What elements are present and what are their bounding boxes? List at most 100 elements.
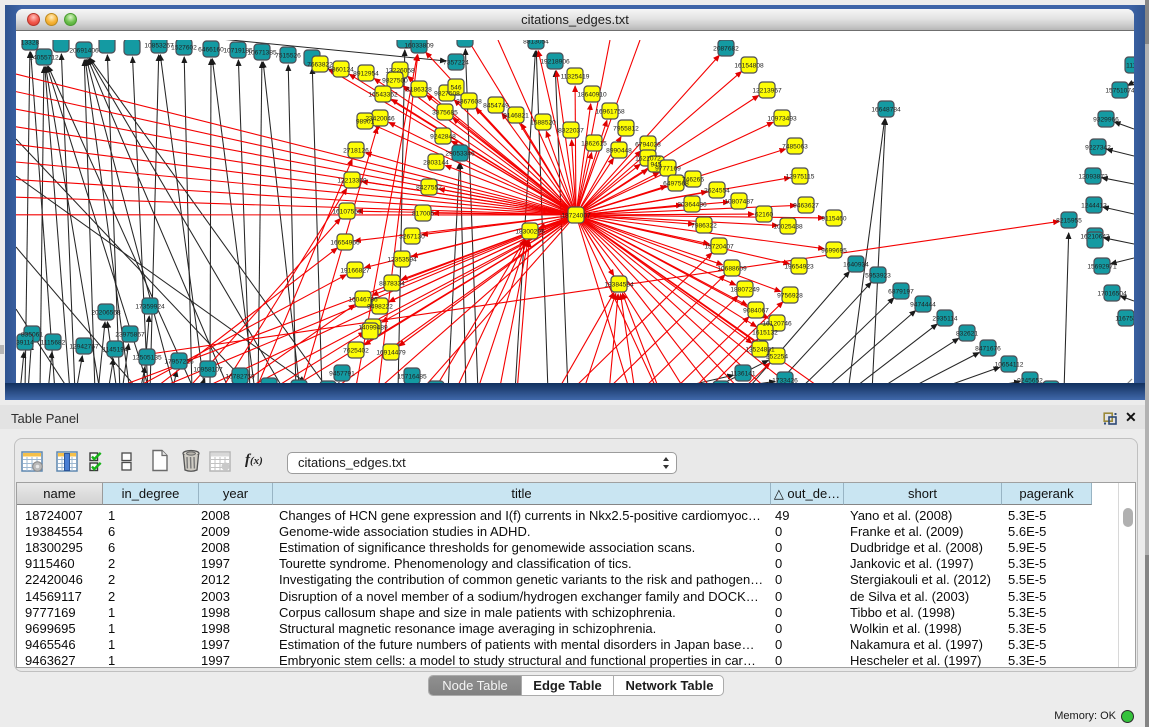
svg-text:8454749: 8454749 bbox=[483, 102, 509, 109]
svg-text:1640934: 1640934 bbox=[843, 261, 869, 268]
svg-text:6466160: 6466160 bbox=[198, 46, 224, 53]
svg-text:29053346: 29053346 bbox=[445, 150, 475, 157]
svg-text:817006: 817006 bbox=[412, 210, 434, 217]
svg-text:10025438: 10025438 bbox=[773, 223, 803, 230]
svg-text:10807487: 10807487 bbox=[724, 198, 754, 205]
svg-text:1733426: 1733426 bbox=[772, 377, 798, 383]
svg-text:17359924: 17359924 bbox=[135, 303, 165, 310]
svg-text:546: 546 bbox=[450, 84, 461, 91]
svg-text:19654923: 19654923 bbox=[784, 263, 814, 270]
svg-text:9084067: 9084067 bbox=[743, 307, 769, 314]
svg-text:1588520: 1588520 bbox=[530, 119, 556, 126]
svg-text:12213369: 12213369 bbox=[337, 177, 367, 184]
svg-text:16543362: 16543362 bbox=[368, 91, 398, 98]
svg-text:9860124: 9860124 bbox=[328, 66, 354, 73]
svg-text:16648784: 16648784 bbox=[871, 106, 901, 113]
svg-text:10671385: 10671385 bbox=[247, 49, 277, 56]
svg-text:16914479: 16914479 bbox=[376, 349, 406, 356]
svg-text:15692971: 15692971 bbox=[1087, 263, 1117, 270]
svg-text:12093872: 12093872 bbox=[1078, 173, 1108, 180]
svg-text:8215955: 8215955 bbox=[1056, 217, 1082, 224]
svg-text:1615132: 1615132 bbox=[752, 329, 778, 336]
svg-text:1362615: 1362615 bbox=[581, 140, 607, 147]
svg-text:16654966: 16654966 bbox=[330, 239, 360, 246]
svg-text:20206568: 20206568 bbox=[91, 309, 121, 316]
svg-text:20691406: 20691406 bbox=[69, 47, 99, 54]
svg-text:10853267: 10853267 bbox=[144, 42, 174, 49]
svg-text:15716485: 15716485 bbox=[397, 373, 427, 380]
svg-text:6794028: 6794028 bbox=[635, 141, 661, 148]
svg-text:1115682: 1115682 bbox=[41, 339, 66, 346]
svg-text:8186328: 8186328 bbox=[406, 86, 432, 93]
svg-text:16961758: 16961758 bbox=[595, 108, 625, 115]
svg-text:9474444: 9474444 bbox=[910, 301, 936, 308]
svg-text:16782759: 16782759 bbox=[225, 373, 255, 380]
svg-text:9242848: 9242848 bbox=[430, 133, 456, 140]
svg-text:9329966: 9329966 bbox=[1093, 116, 1119, 123]
svg-text:7955812: 7955812 bbox=[613, 125, 639, 132]
svg-text:7515526: 7515526 bbox=[275, 52, 301, 59]
svg-text:10688609: 10688609 bbox=[717, 265, 747, 272]
svg-text:8990448: 8990448 bbox=[606, 147, 632, 154]
svg-text:9146821: 9146821 bbox=[503, 112, 529, 119]
svg-text:3624554: 3624554 bbox=[704, 187, 730, 194]
svg-text:23975867: 23975867 bbox=[115, 331, 145, 338]
svg-text:15720407: 15720407 bbox=[704, 243, 734, 250]
svg-text:7986322: 7986322 bbox=[691, 222, 717, 229]
svg-text:13328: 13328 bbox=[21, 40, 40, 46]
svg-text:18724007: 18724007 bbox=[561, 212, 591, 219]
svg-text:9115460: 9115460 bbox=[821, 215, 847, 222]
svg-text:7357224: 7357224 bbox=[443, 59, 469, 66]
svg-text:12353594: 12353594 bbox=[387, 256, 417, 263]
svg-text:20364436: 20364436 bbox=[677, 201, 707, 208]
svg-text:18300295: 18300295 bbox=[515, 228, 545, 235]
svg-text:9756928: 9756928 bbox=[777, 292, 803, 299]
svg-text:1117: 1117 bbox=[1126, 62, 1134, 69]
svg-text:12213967: 12213967 bbox=[752, 87, 782, 94]
svg-text:9827508: 9827508 bbox=[434, 90, 460, 97]
svg-text:8813054: 8813054 bbox=[523, 40, 549, 45]
svg-text:19166827: 19166827 bbox=[340, 267, 370, 274]
svg-text:6879197: 6879197 bbox=[888, 288, 914, 295]
svg-text:14099489: 14099489 bbox=[358, 324, 388, 331]
svg-text:16046786: 16046786 bbox=[348, 296, 378, 303]
svg-text:13226058: 13226058 bbox=[385, 67, 415, 74]
svg-text:9777169: 9777169 bbox=[655, 165, 681, 172]
svg-text:2935114: 2935114 bbox=[932, 315, 958, 322]
svg-text:16210643: 16210643 bbox=[1080, 233, 1110, 240]
svg-text:12505135: 12505135 bbox=[132, 354, 162, 361]
svg-text:9827500: 9827500 bbox=[382, 77, 408, 84]
svg-text:16033809: 16033809 bbox=[404, 42, 434, 49]
svg-text:39114: 39114 bbox=[16, 339, 34, 346]
svg-text:7625402: 7625402 bbox=[343, 347, 369, 354]
svg-text:7485063: 7485063 bbox=[782, 143, 808, 150]
svg-text:10654112: 10654112 bbox=[995, 361, 1024, 368]
svg-text:10973493: 10973493 bbox=[767, 115, 797, 122]
svg-text:252254: 252254 bbox=[766, 353, 788, 360]
svg-text:2367608: 2367608 bbox=[456, 98, 482, 105]
svg-text:6497568: 6497568 bbox=[663, 180, 689, 187]
svg-text:9463627: 9463627 bbox=[793, 202, 819, 209]
svg-text:62160: 62160 bbox=[755, 211, 774, 218]
svg-text:98901: 98901 bbox=[356, 118, 375, 125]
svg-text:8322037: 8322037 bbox=[558, 127, 584, 134]
svg-text:116753: 116753 bbox=[1115, 315, 1134, 322]
svg-text:14055712: 14055712 bbox=[29, 54, 59, 61]
svg-text:9227342: 9227342 bbox=[1085, 144, 1111, 151]
svg-text:19218906: 19218906 bbox=[540, 58, 570, 65]
svg-text:2718126: 2718126 bbox=[343, 147, 369, 154]
svg-text:17016504: 17016504 bbox=[1097, 290, 1127, 297]
svg-text:835061: 835061 bbox=[21, 331, 43, 338]
svg-text:19384554: 19384554 bbox=[604, 281, 634, 288]
svg-text:16154808: 16154808 bbox=[734, 62, 764, 69]
svg-text:2803144: 2803144 bbox=[423, 159, 449, 166]
svg-text:12975115: 12975115 bbox=[786, 173, 815, 180]
svg-text:3875685: 3875685 bbox=[432, 109, 458, 116]
svg-text:9245652: 9245652 bbox=[1017, 377, 1043, 383]
svg-text:16107553: 16107553 bbox=[332, 208, 362, 215]
svg-text:3267130: 3267130 bbox=[399, 233, 425, 240]
svg-text:1244413: 1244413 bbox=[1081, 202, 1107, 209]
svg-text:1527602: 1527602 bbox=[171, 44, 197, 51]
svg-text:8878334: 8878334 bbox=[379, 280, 405, 287]
svg-text:9457791: 9457791 bbox=[329, 370, 355, 377]
